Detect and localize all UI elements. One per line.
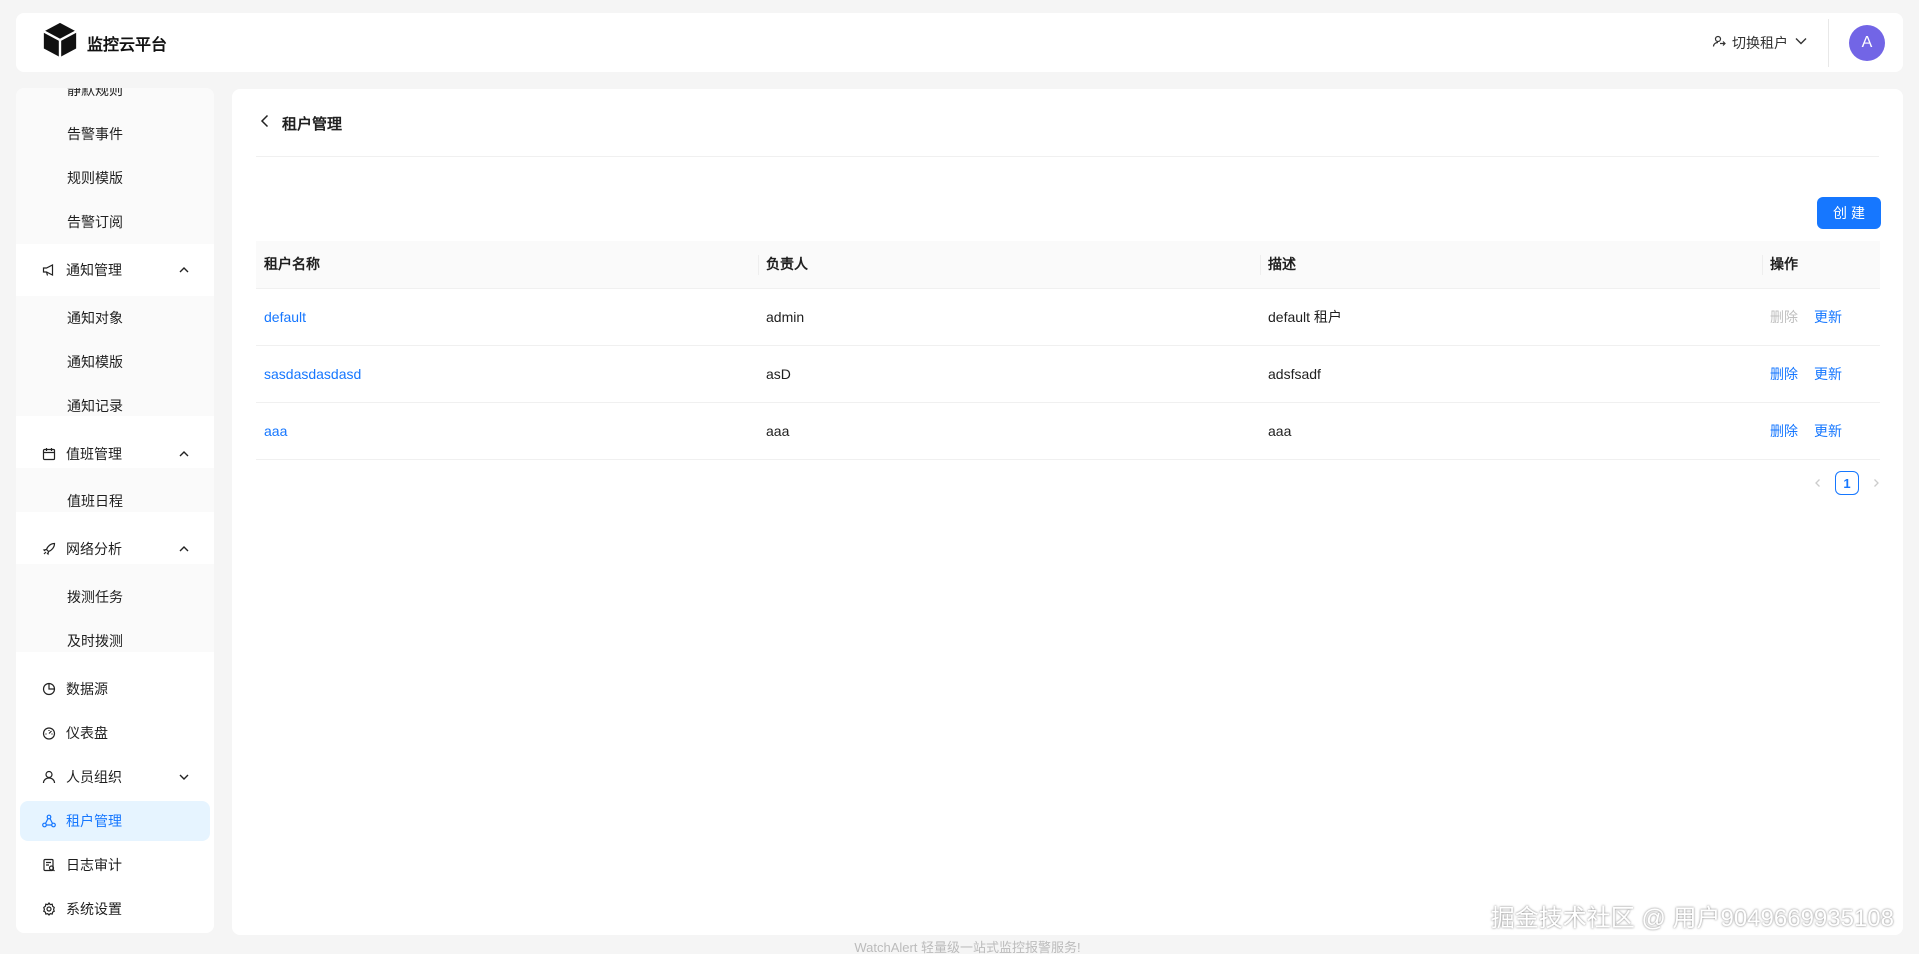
chevron-up-icon (178, 264, 190, 276)
sidebar-item-duty-schedule[interactable]: 值班日程 (20, 481, 210, 521)
delete-button[interactable]: 删除 (1770, 423, 1798, 439)
owner-cell: asD (758, 345, 1260, 403)
page-number-current[interactable]: 1 (1835, 471, 1859, 495)
table-header-row: 租户名称 负责人 描述 操作 (256, 241, 1880, 289)
sidebar-item-label: 告警订阅 (67, 214, 123, 230)
sidebar-item-notification-records[interactable]: 通知记录 (20, 386, 210, 426)
pie-chart-icon (42, 682, 56, 696)
sidebar-item-label: 租户管理 (66, 813, 122, 829)
sidebar-item-instant-probe[interactable]: 及时拨测 (20, 621, 210, 661)
sidebar-item-alert-subscriptions[interactable]: 告警订阅 (20, 202, 210, 242)
delete-button[interactable]: 删除 (1770, 366, 1798, 382)
delete-button: 删除 (1770, 308, 1798, 325)
prev-page-icon[interactable] (1813, 476, 1823, 491)
sidebar-item-alert-events[interactable]: 告警事件 (20, 114, 210, 154)
page-title: 租户管理 (282, 116, 343, 133)
sidebar-item-label: 规则模版 (67, 170, 123, 186)
sidebar-item-log-audit[interactable]: 日志审计 (20, 845, 210, 885)
sidebar-item-label: 通知管理 (66, 262, 122, 278)
sidebar-item-system-settings[interactable]: 系统设置 (20, 889, 210, 929)
avatar[interactable]: A (1849, 24, 1885, 61)
sidebar-item-dashboard[interactable]: 仪表盘 (20, 713, 210, 753)
chevron-up-icon (178, 543, 190, 555)
table-row: sasdasdasdasd asD adsfsadf 删除 更新 (256, 345, 1880, 403)
column-header-tenant-name: 租户名称 (256, 241, 758, 289)
user-icon (42, 770, 56, 784)
sidebar-item-tenant-management[interactable]: 租户管理 (20, 801, 210, 841)
sidebar-item-label: 网络分析 (66, 541, 122, 557)
logo-text: 监控云平台 (87, 36, 168, 54)
sidebar-item-probe-tasks[interactable]: 拨测任务 (20, 577, 210, 617)
footer-text: WatchAlert 轻量级一站式监控报警服务! (854, 940, 1081, 954)
sidebar-item-rule-templates[interactable]: 规则模版 (20, 158, 210, 198)
sidebar-item-duty-management[interactable]: 值班管理 (20, 434, 210, 474)
sidebar-item-datasources[interactable]: 数据源 (20, 669, 210, 709)
sidebar-item-label: 值班管理 (66, 446, 122, 462)
calendar-icon (42, 447, 56, 461)
description-cell: default 租户 (1260, 288, 1762, 346)
sidebar-item-label: 数据源 (66, 681, 108, 697)
main-content: 租户管理 创建 租户名称 负责人 描述 操作 default admin def… (232, 89, 1903, 935)
chevron-down-icon (178, 771, 190, 783)
sidebar-item-label: 通知记录 (67, 398, 123, 414)
watermark: 掘金技术社区 @ 用户9049669935108 (1490, 905, 1894, 932)
sidebar-item-people-org[interactable]: 人员组织 (20, 757, 210, 797)
sidebar-item-label: 通知模版 (67, 354, 123, 370)
column-header-actions: 操作 (1762, 241, 1880, 289)
divider (256, 156, 1879, 157)
owner-cell: aaa (758, 402, 1260, 460)
sidebar-item-label: 人员组织 (66, 769, 122, 785)
sidebar-item-label: 静默规则 (67, 88, 123, 98)
sidebar-item-label: 及时拨测 (67, 633, 123, 649)
chevron-down-icon (1794, 34, 1808, 51)
description-cell: aaa (1260, 402, 1762, 460)
sidebar-item-label: 拨测任务 (67, 589, 123, 605)
sidebar-item-network-analysis[interactable]: 网络分析 (20, 529, 210, 569)
setting-icon (42, 902, 56, 916)
sidebar-item-label: 系统设置 (66, 901, 122, 917)
sidebar: 静默规则 告警事件 规则模版 告警订阅 通知管理 通知对象 通知模版 通知记录 … (16, 88, 214, 933)
chevron-up-icon (178, 448, 190, 460)
update-button[interactable]: 更新 (1814, 366, 1842, 382)
tenant-switch-icon (1712, 34, 1726, 51)
logo[interactable]: 监控云平台 (41, 21, 167, 64)
cube-logo-icon (41, 21, 79, 64)
create-button[interactable]: 创建 (1817, 197, 1881, 229)
tenant-switch-dropdown[interactable]: 切换租户 (1712, 18, 1829, 67)
megaphone-icon (42, 263, 56, 277)
tenant-name-link[interactable]: aaa (264, 423, 287, 439)
column-header-owner: 负责人 (758, 241, 1260, 289)
owner-cell: admin (758, 288, 1260, 346)
dashboard-icon (42, 726, 56, 740)
audit-icon (42, 858, 56, 872)
sidebar-item-label: 告警事件 (67, 126, 123, 142)
update-button[interactable]: 更新 (1814, 309, 1842, 325)
sidebar-item-label: 值班日程 (67, 493, 123, 509)
tenant-switch-label: 切换租户 (1732, 34, 1788, 51)
next-page-icon[interactable] (1871, 476, 1881, 491)
page-header: 租户管理 (258, 113, 342, 134)
sidebar-item-notification-targets[interactable]: 通知对象 (20, 298, 210, 338)
cluster-icon (42, 814, 56, 828)
sidebar-item-notification-management[interactable]: 通知管理 (20, 250, 210, 290)
sidebar-item-notification-templates[interactable]: 通知模版 (20, 342, 210, 382)
tenant-name-link[interactable]: sasdasdasdasd (264, 366, 361, 382)
sidebar-item-label: 仪表盘 (66, 725, 108, 741)
sidebar-item-silence-rules[interactable]: 静默规则 (20, 88, 210, 110)
column-header-description: 描述 (1260, 241, 1762, 289)
sidebar-item-label: 通知对象 (67, 310, 123, 326)
tenant-name-link[interactable]: default (264, 309, 306, 325)
pagination: 1 (1813, 471, 1881, 495)
rocket-icon (42, 542, 56, 556)
table-row: default admin default 租户 删除 更新 (256, 288, 1880, 346)
sidebar-item-label: 日志审计 (66, 857, 122, 873)
table-row: aaa aaa aaa 删除 更新 (256, 402, 1880, 460)
back-arrow-icon[interactable] (258, 114, 272, 133)
top-header: 监控云平台 切换租户 A (16, 13, 1903, 72)
update-button[interactable]: 更新 (1814, 423, 1842, 439)
tenant-table: 租户名称 负责人 描述 操作 default admin default 租户 … (256, 241, 1880, 460)
description-cell: adsfsadf (1260, 345, 1762, 403)
